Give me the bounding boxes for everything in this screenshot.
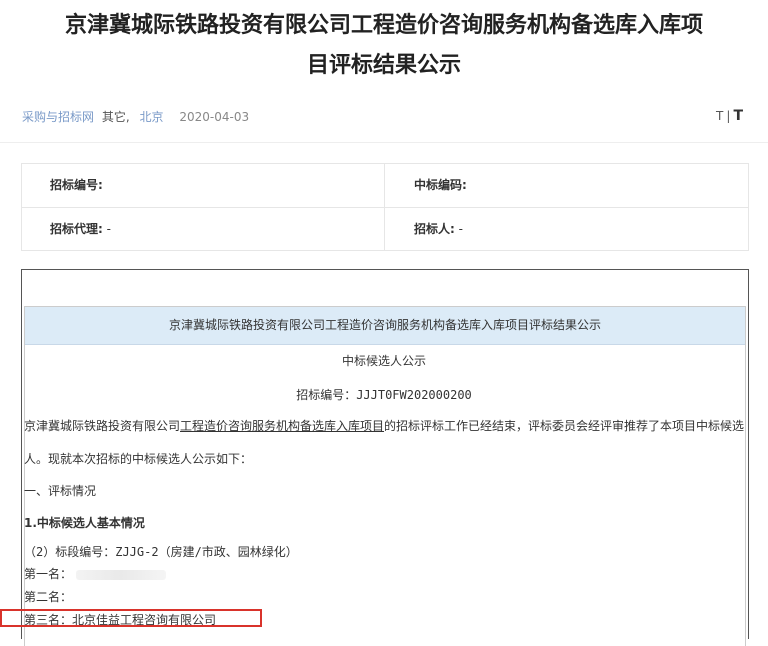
lot-line: （2）标段编号：ZJJG-2（房建/市政、园林绿化） (24, 545, 298, 559)
bid-number-cell: 招标编号: (22, 164, 385, 207)
section-heading: 一、评标情况 (24, 484, 97, 498)
page-title-line2: 目评标结果公示 (306, 53, 461, 78)
font-large-button[interactable]: T (730, 108, 746, 124)
font-size-toggle: T | T (713, 108, 746, 124)
redacted-text (76, 569, 167, 580)
source-link[interactable]: 采购与招标网 (22, 110, 94, 124)
bid-number-line: 招标编号：JJJT0FW202000200 (296, 388, 472, 402)
info-row: 招标编号: 中标编码: (22, 164, 748, 208)
divider (0, 142, 768, 143)
agent-cell: 招标代理: - (22, 208, 385, 251)
publish-date: 2020-04-03 (179, 110, 250, 124)
candidate-first: 第一名： (24, 565, 744, 582)
info-row: 招标代理: - 招标人: - (22, 208, 748, 251)
candidate-second: 第二名： (24, 590, 73, 604)
intro-paragraph-line2: 人。现就本次招标的中标候选人公示如下： (24, 452, 253, 466)
bid-info-table: 招标编号: 中标编码: 招标代理: - 招标人: - (21, 163, 749, 251)
highlight-box (0, 609, 262, 627)
project-link[interactable]: 工程造价咨询服务机构备选库入库项目 (180, 419, 384, 433)
content-banner: 京津冀城际铁路投资有限公司工程造价咨询服务机构备选库入库项目评标结果公示 (25, 307, 745, 345)
font-small-button[interactable]: T (713, 109, 726, 123)
win-number-cell: 中标编码: (414, 178, 467, 192)
category-label: 其它, (101, 110, 130, 124)
intro-paragraph: 京津冀城际铁路投资有限公司工程造价咨询服务机构备选库入库项目的招标评标工作已经结… (24, 419, 745, 433)
article-meta: 采购与招标网 其它, 北京 2020-04-03 (22, 108, 249, 125)
tenderer-cell: 招标人: - (414, 222, 463, 236)
region-link[interactable]: 北京 (140, 110, 164, 124)
subsection-heading: 1.中标候选人基本情况 (24, 516, 145, 530)
subtitle: 中标候选人公示 (341, 354, 426, 368)
